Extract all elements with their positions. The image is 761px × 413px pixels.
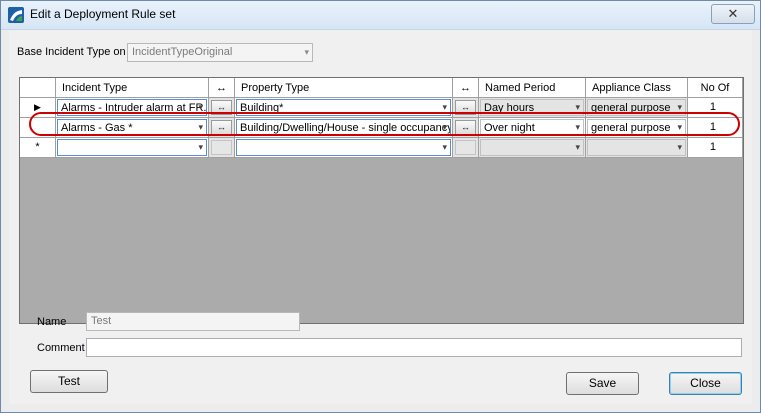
named-period-value: Over night: [484, 122, 535, 134]
header-property-type[interactable]: Property Type: [235, 78, 453, 98]
appliance-class-value: general purpose: [591, 122, 671, 134]
property-type-value: Building/Dwelling/House - single occupan…: [240, 122, 451, 134]
chevron-down-icon: ▾: [442, 142, 447, 152]
swap-button[interactable]: ↔: [455, 120, 476, 135]
swap-cell: [209, 138, 235, 158]
chevron-down-icon: ▾: [575, 142, 580, 152]
incident-type-cell[interactable]: Alarms - Gas * ▾: [56, 118, 209, 138]
rules-grid[interactable]: Incident Type ↔ Property Type ↔ Named Pe…: [19, 77, 744, 324]
base-type-value: IncidentTypeOriginal: [132, 46, 233, 58]
row-selector[interactable]: [20, 118, 56, 138]
table-row[interactable]: ▶ Alarms - Intruder alarm at FR... ▾ ↔ B…: [20, 98, 743, 118]
window-title: Edit a Deployment Rule set: [30, 7, 176, 21]
grid-header-row: Incident Type ↔ Property Type ↔ Named Pe…: [20, 78, 743, 98]
appliance-class-cell[interactable]: general purpose ▾: [586, 118, 688, 138]
dialog-content: Base Incident Type on IncidentTypeOrigin…: [9, 30, 752, 404]
appliance-class-cell[interactable]: ▾: [586, 138, 688, 158]
header-named-period[interactable]: Named Period: [479, 78, 586, 98]
named-period-cell[interactable]: ▾: [479, 138, 586, 158]
chevron-down-icon: ▾: [677, 122, 682, 132]
appliance-class-value: general purpose: [591, 102, 671, 114]
chevron-down-icon: ▾: [304, 47, 309, 57]
title-bar: Edit a Deployment Rule set ✕: [1, 1, 760, 30]
no-of-cell[interactable]: 1: [688, 138, 743, 158]
swap-cell: ↔: [453, 118, 479, 138]
named-period-cell[interactable]: Over night ▾: [479, 118, 586, 138]
header-corner: [20, 78, 56, 98]
test-button[interactable]: Test: [30, 370, 108, 393]
property-type-cell[interactable]: Building/Dwelling/House - single occupan…: [235, 118, 453, 138]
save-button[interactable]: Save: [566, 372, 639, 395]
property-type-combo[interactable]: Building/Dwelling/House - single occupan…: [236, 119, 451, 136]
chevron-down-icon: ▾: [442, 122, 447, 132]
name-field: Test: [86, 312, 300, 331]
swap-cell: ↔: [209, 98, 235, 118]
swap-button[interactable]: ↔: [211, 100, 232, 115]
incident-type-cell[interactable]: ▾: [56, 138, 209, 158]
appliance-class-combo[interactable]: general purpose ▾: [587, 99, 686, 116]
chevron-down-icon: ▾: [198, 142, 203, 152]
incident-type-combo[interactable]: ▾: [57, 139, 207, 156]
header-appliance-class[interactable]: Appliance Class: [586, 78, 688, 98]
swap-cell: [453, 138, 479, 158]
chevron-down-icon: ▾: [575, 102, 580, 112]
chevron-down-icon: ▾: [677, 102, 682, 112]
appliance-class-cell[interactable]: general purpose ▾: [586, 98, 688, 118]
comment-field[interactable]: [86, 338, 742, 357]
property-type-combo[interactable]: ▾: [236, 139, 451, 156]
swap-button[interactable]: ↔: [455, 100, 476, 115]
chevron-down-icon: ▾: [575, 122, 580, 132]
base-type-select[interactable]: IncidentTypeOriginal ▾: [127, 43, 313, 62]
header-swap-1: ↔: [209, 78, 235, 98]
close-button[interactable]: Close: [669, 372, 742, 395]
named-period-cell[interactable]: Day hours ▾: [479, 98, 586, 118]
swap-button: [455, 140, 476, 155]
no-of-cell[interactable]: 1: [688, 98, 743, 118]
incident-type-value: Alarms - Intruder alarm at FR...: [61, 102, 207, 114]
dialog-window: Edit a Deployment Rule set ✕ Base Incide…: [0, 0, 761, 413]
named-period-combo[interactable]: Day hours ▾: [480, 99, 584, 116]
header-incident-type[interactable]: Incident Type: [56, 78, 209, 98]
named-period-combo[interactable]: ▾: [480, 139, 584, 156]
chevron-down-icon: ▾: [677, 142, 682, 152]
swap-button: [211, 140, 232, 155]
comment-label: Comment: [37, 342, 85, 354]
table-row[interactable]: Alarms - Gas * ▾ ↔ Building/Dwelling/Hou…: [20, 118, 743, 138]
chevron-down-icon: ▾: [442, 102, 447, 112]
new-row[interactable]: * ▾ ▾ ▾ ▾ 1: [20, 138, 743, 158]
property-type-combo[interactable]: Building* ▾: [236, 99, 451, 116]
no-of-cell[interactable]: 1: [688, 118, 743, 138]
new-row-marker: *: [20, 138, 56, 158]
chevron-down-icon: ▾: [198, 102, 203, 112]
appliance-class-combo[interactable]: general purpose ▾: [587, 119, 686, 136]
property-type-cell[interactable]: ▾: [235, 138, 453, 158]
swap-cell: ↔: [209, 118, 235, 138]
base-type-label: Base Incident Type on: [17, 46, 126, 58]
swap-cell: ↔: [453, 98, 479, 118]
property-type-value: Building*: [240, 102, 284, 114]
incident-type-cell[interactable]: Alarms - Intruder alarm at FR... ▾: [56, 98, 209, 118]
chevron-down-icon: ▾: [198, 122, 203, 132]
incident-type-value: Alarms - Gas *: [61, 122, 133, 134]
header-swap-2: ↔: [453, 78, 479, 98]
name-label: Name: [37, 316, 67, 328]
header-no-of[interactable]: No Of: [688, 78, 743, 98]
close-window-icon[interactable]: ✕: [711, 4, 755, 24]
incident-type-combo[interactable]: Alarms - Gas * ▾: [57, 119, 207, 136]
property-type-cell[interactable]: Building* ▾: [235, 98, 453, 118]
swap-button[interactable]: ↔: [211, 120, 232, 135]
row-selector[interactable]: ▶: [20, 98, 56, 118]
appliance-class-combo[interactable]: ▾: [587, 139, 686, 156]
app-icon: [8, 7, 24, 23]
named-period-combo[interactable]: Over night ▾: [480, 119, 584, 136]
named-period-value: Day hours: [484, 102, 535, 114]
incident-type-combo[interactable]: Alarms - Intruder alarm at FR... ▾: [57, 99, 207, 116]
